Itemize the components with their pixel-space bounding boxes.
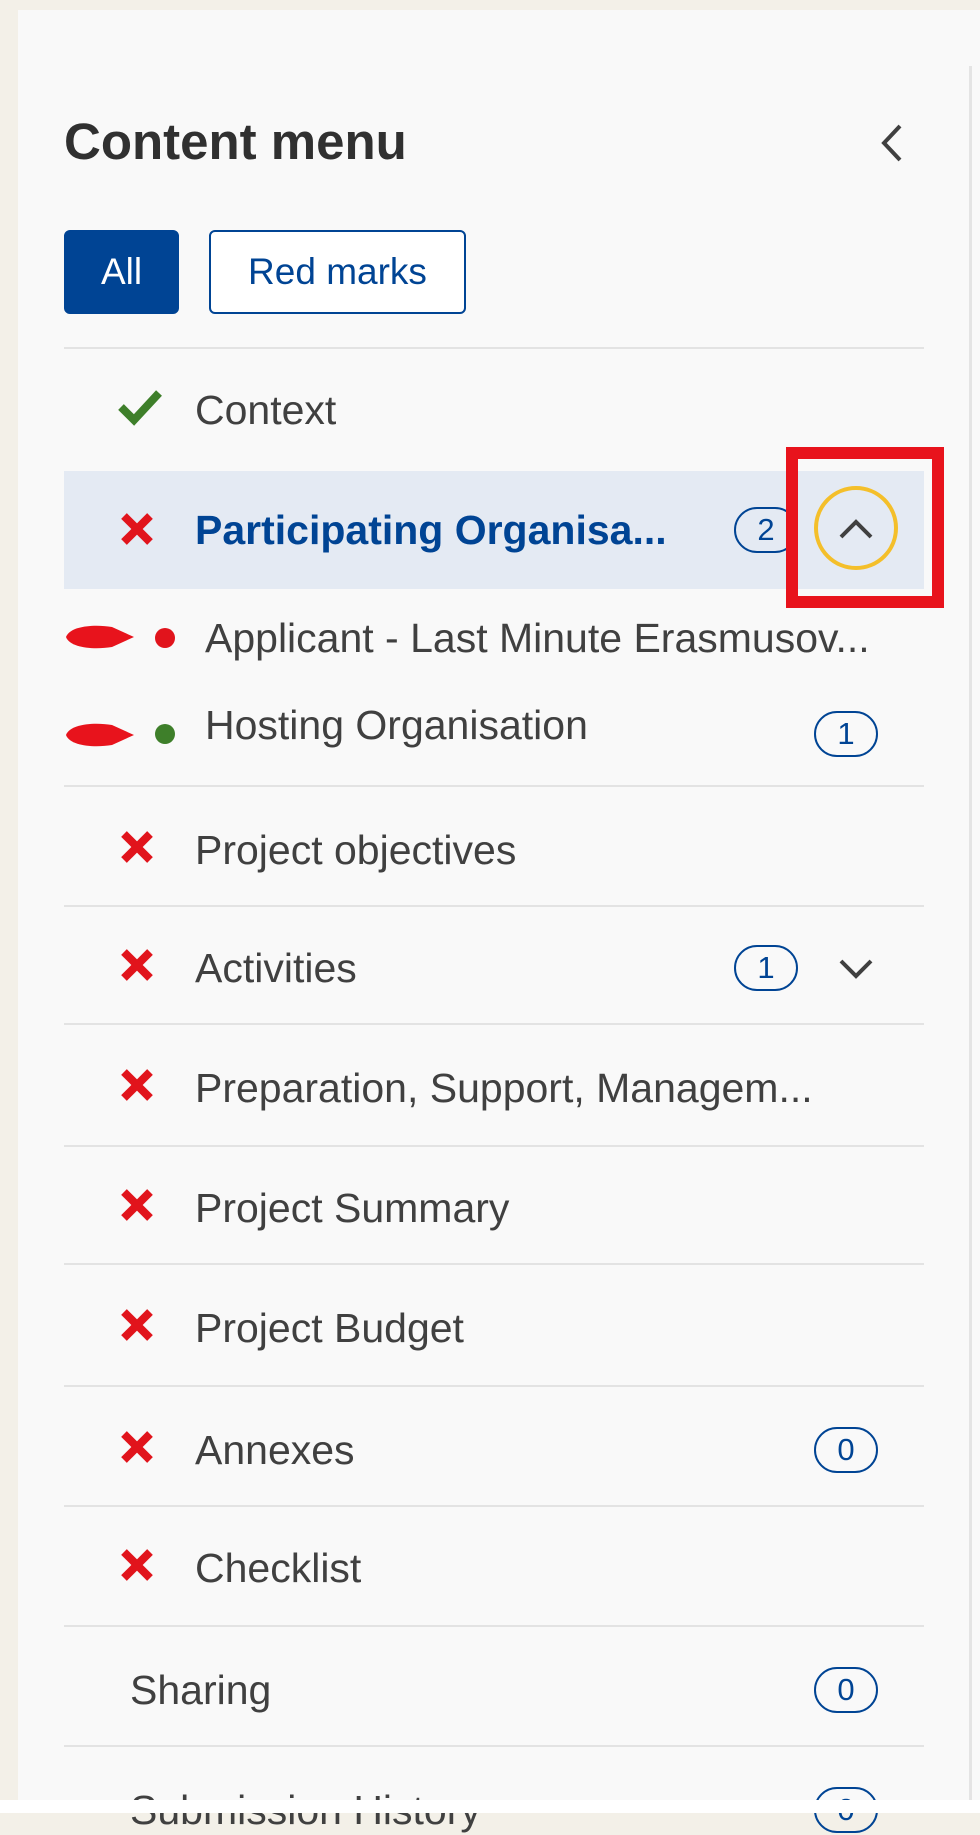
cross-icon (121, 1549, 153, 1581)
menu-item-label: Activities (195, 945, 357, 991)
cross-icon (121, 1069, 153, 1101)
menu-item-label: Preparation, Support, Managem... (195, 1065, 813, 1111)
check-icon (118, 390, 162, 426)
menu-item-submission-history[interactable]: Submission History 0 (64, 1747, 924, 1833)
menu-item-annexes[interactable]: Annexes 0 (64, 1387, 924, 1507)
submenu-item-hosting-organisation[interactable]: Hosting Organisation 1 (64, 685, 924, 787)
count-badge: 0 (814, 1667, 878, 1713)
cross-icon (121, 1431, 153, 1463)
menu-item-project-objectives[interactable]: Project objectives (64, 787, 924, 907)
viewport-cutoff (0, 1800, 980, 1813)
cross-icon (121, 1189, 153, 1221)
menu-item-label: Project Budget (195, 1305, 464, 1351)
chevron-down-icon[interactable] (835, 947, 877, 989)
annotation-arrow (66, 723, 134, 747)
submenu-item-label: Applicant - Last Minute Erasmusov... (205, 615, 870, 661)
status-dot-green (155, 724, 175, 744)
menu-item-label: Project Summary (195, 1185, 510, 1231)
count-badge: 1 (814, 711, 878, 757)
menu-item-project-summary[interactable]: Project Summary (64, 1147, 924, 1265)
menu-item-project-budget[interactable]: Project Budget (64, 1265, 924, 1387)
count-badge: 1 (734, 945, 798, 991)
cross-icon (121, 949, 153, 981)
menu-item-sharing[interactable]: Sharing 0 (64, 1627, 924, 1747)
menu-item-label: Checklist (195, 1545, 362, 1591)
count-badge: 0 (814, 1427, 878, 1473)
annotation-arrow (66, 625, 134, 649)
panel-divider (969, 66, 972, 1813)
menu-item-label: Participating Organisa... (195, 507, 667, 553)
menu-item-activities[interactable]: Activities 1 (64, 907, 924, 1025)
annotation-highlight-box (786, 447, 944, 608)
collapse-button[interactable] (868, 118, 918, 168)
filter-all-button[interactable]: All (64, 230, 179, 314)
filter-red-marks-button[interactable]: Red marks (209, 230, 466, 314)
submenu-item-label: Hosting Organisation (205, 702, 588, 748)
menu-item-preparation[interactable]: Preparation, Support, Managem... (64, 1025, 924, 1147)
menu-item-label: Project objectives (195, 827, 517, 873)
page-title: Content menu (64, 113, 407, 170)
menu-item-label: Sharing (130, 1667, 272, 1713)
chevron-left-icon (881, 124, 902, 162)
menu-item-checklist[interactable]: Checklist (64, 1507, 924, 1627)
cross-icon (121, 513, 153, 545)
cross-icon (121, 831, 153, 863)
menu-item-label: Annexes (195, 1427, 355, 1473)
menu-item-label: Context (195, 387, 337, 433)
status-dot-red (155, 628, 175, 648)
cross-icon (121, 1309, 153, 1341)
